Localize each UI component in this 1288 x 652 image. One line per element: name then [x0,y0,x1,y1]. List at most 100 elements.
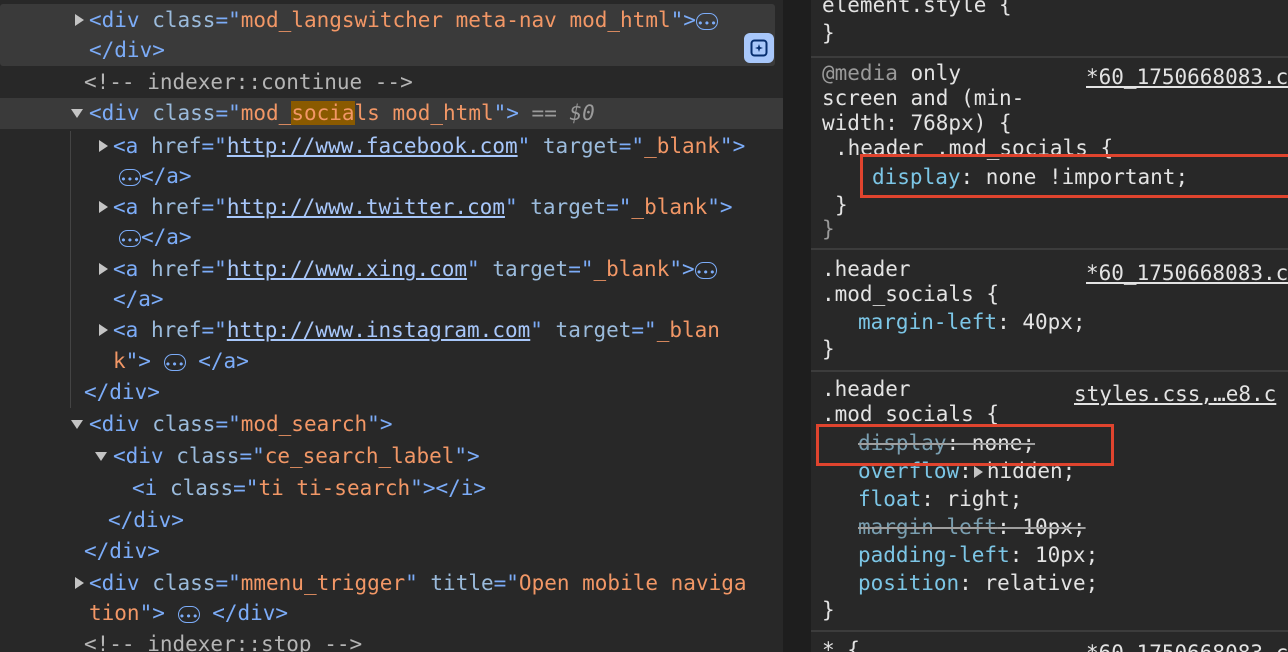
media-query-line2: screen and (min- [822,86,1025,110]
code-token: <a [113,257,151,281]
css-property-float[interactable]: float: right; [858,487,1022,512]
expand-ellipsis-icon[interactable] [694,257,717,288]
dom-node-line[interactable]: k"> </a> [113,346,249,380]
css-property-margin-left[interactable]: margin-left: 40px; [858,310,1086,335]
expand-triangle-icon[interactable] [99,140,108,152]
rule-source-link[interactable]: *60_1750668083.c [1086,641,1288,652]
code-token: class [152,571,216,595]
code-token: <a [113,134,151,158]
pane-divider[interactable] [783,0,811,652]
code-token: <div [89,101,153,125]
code-token: " [405,571,431,595]
expand-triangle-icon[interactable] [75,577,84,589]
code-token: =" [239,444,265,468]
expand-ellipsis-icon[interactable] [163,349,186,380]
element-style-close: } [822,21,835,45]
dom-node-line[interactable]: <i class="ti ti-search"></i> [132,473,486,504]
code-token: <!-- indexer::continue --> [84,70,413,94]
dom-node-line[interactable]: </a> [119,161,192,195]
rule-source-link[interactable]: *60_1750668083.c [1086,65,1288,90]
dom-node-line[interactable]: tion"> </div> [89,598,289,632]
indent-guide [70,131,71,408]
dom-node-line[interactable]: <!-- indexer::stop --> [84,629,362,652]
code-token: "> [669,257,695,281]
dom-node-line[interactable]: <a href="http://www.twitter.com" target=… [113,192,733,223]
css-property-padding-left[interactable]: padding-left: 10px; [858,543,1098,568]
expand-ellipsis-icon[interactable] [119,164,141,195]
dom-node-line[interactable]: </div> [84,536,160,567]
styles-pane[interactable]: element.style { } @media only *60_175066… [811,0,1288,652]
css-property-position[interactable]: position: relative; [858,571,1098,596]
rule-selector[interactable]: .header [822,377,911,402]
code-token: Open mobile naviga [518,571,747,595]
rule-source-link[interactable]: styles.css,…e8.c [1074,382,1276,407]
rule-divider [811,248,1288,250]
collapse-triangle-icon[interactable] [95,452,107,461]
expand-ellipsis-icon[interactable] [695,8,718,39]
code-token: ce_search_label [264,444,455,468]
rule-source-link[interactable]: *60_1750668083.c [1086,261,1288,286]
annotation-box-display-none [816,424,1114,466]
code-token: mod_search [240,412,368,436]
code-token: "> [139,601,165,625]
code-token: =" [493,571,519,595]
code-token: == [518,101,570,125]
dom-node-line[interactable]: <div class="mod_socials mod_html"> == $0 [89,98,595,129]
dom-node-line[interactable]: </div> [108,505,184,536]
dom-node-line[interactable]: <div class="mmenu_trigger" title="Open m… [89,568,747,599]
code-token: <!-- indexer::stop --> [84,632,363,652]
code-token: ti ti-search [258,476,411,500]
expand-ellipsis-icon[interactable] [119,225,141,256]
code-token: _blank [644,134,720,158]
code-token: <a [113,318,151,342]
dom-node-line[interactable]: <div class="ce_search_label"> [113,441,480,472]
code-token: <div [113,444,177,468]
collapse-triangle-icon[interactable] [71,420,83,429]
dom-node-line[interactable]: </div> [84,377,160,408]
code-token: =" [201,318,227,342]
dom-node-line[interactable]: <a href="http://www.xing.com" target="_b… [113,254,717,288]
href-link[interactable]: http://www.xing.com [227,257,467,281]
code-token: =" [215,101,241,125]
dom-node-line[interactable]: <!-- indexer::continue --> [84,67,413,98]
css-property-margin-left[interactable]: margin-left: 10px; [858,515,1086,540]
dom-node-line[interactable]: </a> [113,284,164,315]
code-token: =" [568,257,594,281]
element-style-selector[interactable]: element.style { [822,0,1012,18]
code-token: </div> [212,601,289,625]
code-token: href [150,195,202,219]
rule-close: } [822,598,835,622]
href-link[interactable]: http://www.instagram.com [227,318,530,342]
expand-ellipsis-icon[interactable] [177,601,200,632]
rule-selector-line2[interactable]: .mod_socials { [822,282,999,307]
code-token: <i [132,476,170,500]
expand-triangle-icon[interactable] [99,324,108,336]
code-token: class [152,8,216,32]
expand-triangle-icon[interactable] [75,14,84,26]
annotation-box-important [860,154,1288,198]
code-token: mod_langswitcher meta-nav mod_html [240,8,671,32]
code-token: <a [113,195,151,219]
code-token: k [113,349,126,373]
rule-selector[interactable]: * { [822,638,860,652]
code-token: "> [125,349,151,373]
dom-node-line[interactable]: <a href="http://www.instagram.com" targe… [113,315,720,346]
dom-node-line[interactable]: <div class="mod_langswitcher meta-nav mo… [89,5,718,39]
href-link[interactable]: http://www.twitter.com [227,195,505,219]
collapse-triangle-icon[interactable] [71,109,83,118]
href-link[interactable]: http://www.facebook.com [227,134,518,158]
elements-dom-tree[interactable]: <div class="mod_langswitcher meta-nav mo… [0,0,783,652]
ai-assistance-icon[interactable] [744,33,774,63]
code-token: <div [89,412,153,436]
rule-divider [811,56,1288,58]
dom-node-line[interactable]: <div class="mod_search"> [89,409,392,440]
code-token: class [152,101,216,125]
code-token: <div [89,571,153,595]
dom-node-line[interactable]: <a href="http://www.facebook.com" target… [113,131,745,162]
rule-selector[interactable]: .header [822,257,911,282]
dom-node-line[interactable]: </div> [89,35,165,66]
expand-triangle-icon[interactable] [99,201,108,213]
expand-triangle-icon[interactable] [973,466,983,478]
expand-triangle-icon[interactable] [99,263,108,275]
dom-node-line[interactable]: </a> [119,222,192,256]
